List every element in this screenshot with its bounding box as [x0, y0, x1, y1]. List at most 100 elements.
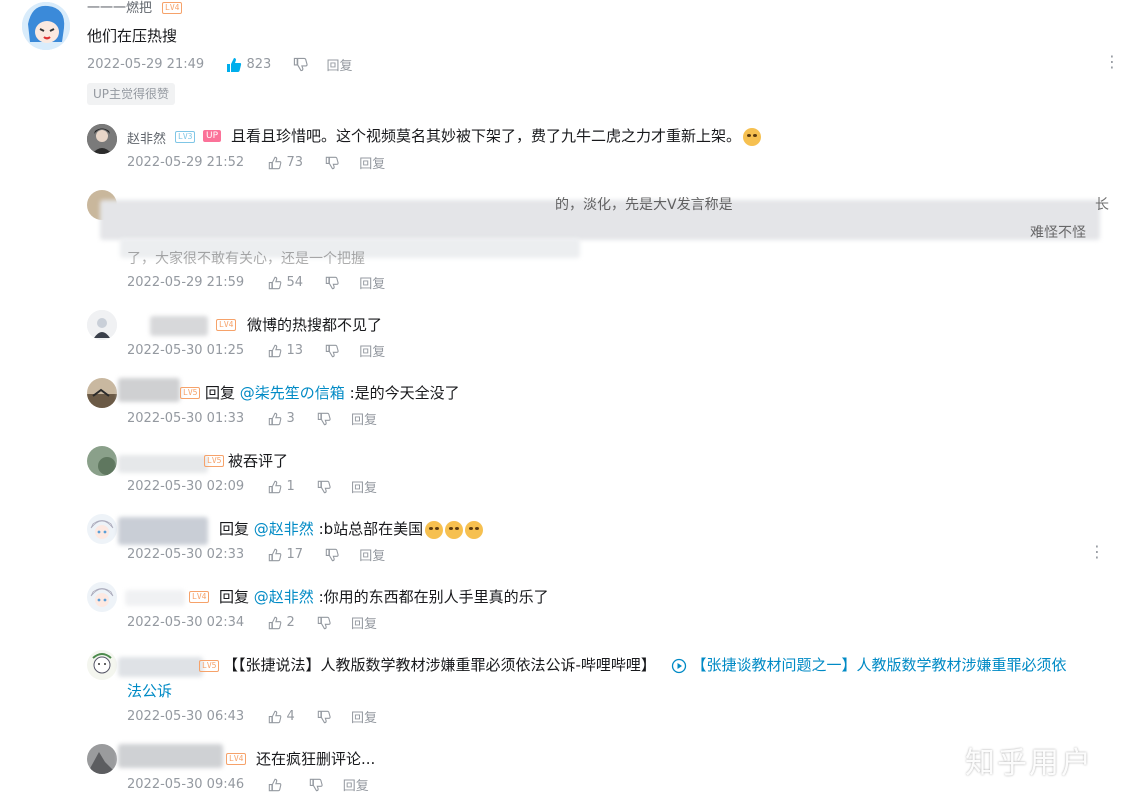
thumbs-down-icon[interactable] — [309, 778, 323, 792]
reply-avatar[interactable] — [87, 310, 117, 340]
reply-username[interactable]: 赵非然 — [127, 128, 166, 147]
like-button[interactable]: 13 — [268, 343, 303, 358]
reply-prefix: 回复 — [219, 520, 250, 538]
reply-meta: 2022-05-30 06:43 4 回复 — [127, 707, 377, 726]
thumbs-down-icon[interactable] — [293, 57, 309, 72]
like-button[interactable] — [268, 777, 286, 792]
reply-prefix: 回复 — [205, 384, 236, 402]
more-vertical-icon[interactable]: ⋮ — [1089, 544, 1105, 560]
blurred-username — [118, 657, 203, 677]
emoji-icon — [743, 127, 762, 146]
like-count: 4 — [286, 709, 295, 724]
reply-meta: 2022-05-30 01:25 13 回复 — [127, 341, 385, 360]
level-badge: LV4 — [226, 753, 247, 765]
level-badge: LV4 — [216, 319, 237, 331]
comment-time: 2022-05-30 01:33 — [127, 411, 245, 426]
like-button[interactable]: 2 — [268, 615, 295, 630]
reply-text: 回复 @柒先笙の信箱 :是的今天全没了 — [205, 382, 460, 403]
comment-time: 2022-05-30 01:25 — [127, 343, 245, 358]
thumbs-down-icon[interactable] — [317, 710, 331, 724]
mention-link[interactable]: @柒先笙の信箱 — [240, 384, 345, 402]
reply-button[interactable]: 回复 — [359, 153, 385, 172]
thumbs-up-icon — [268, 276, 282, 290]
reply-avatar[interactable] — [87, 446, 117, 476]
comment-time: 2022-05-30 09:46 — [127, 777, 245, 792]
thumbs-down-icon[interactable] — [325, 276, 339, 290]
anime-avatar-icon — [22, 2, 70, 50]
like-count: 2 — [286, 615, 295, 630]
reply-avatar[interactable] — [87, 124, 117, 154]
reply-button[interactable]: 回复 — [351, 477, 377, 496]
reply-button[interactable]: 回复 — [327, 55, 353, 74]
reply-meta: 2022-05-30 02:09 1 回复 — [127, 477, 377, 496]
thumbs-up-icon — [268, 344, 282, 358]
doge-emoji-icon — [465, 520, 484, 539]
thumbs-down-icon[interactable] — [325, 548, 339, 562]
thumbs-up-icon — [268, 156, 282, 170]
like-button[interactable]: 823 — [226, 57, 271, 73]
level-badge: LV3 — [175, 131, 196, 143]
like-button[interactable]: 17 — [268, 547, 303, 562]
thumbs-down-icon[interactable] — [325, 156, 339, 170]
reply-text-content: 【【张捷说法】人教版数学教材涉嫌重罪必须依法公诉-哔哩哔哩】 — [223, 656, 656, 674]
reply-button[interactable]: 回复 — [351, 707, 377, 726]
comment-time: 2022-05-30 02:34 — [127, 615, 245, 630]
like-button[interactable]: 3 — [268, 411, 295, 426]
video-play-icon — [671, 658, 687, 674]
thumbs-up-icon — [268, 710, 282, 724]
root-username[interactable]: 一一一燃把 — [87, 0, 152, 16]
reply-button[interactable]: 回复 — [359, 341, 385, 360]
more-vertical-icon[interactable]: ⋮ — [1104, 54, 1120, 70]
mention-link[interactable]: @赵非然 — [254, 520, 314, 538]
level-badge: LV5 — [180, 387, 201, 399]
thumbs-down-icon[interactable] — [325, 344, 339, 358]
comment-time: 2022-05-29 21:59 — [127, 275, 245, 290]
reply-meta: 2022-05-30 01:33 3 回复 — [127, 409, 377, 428]
reply-text-content: 且看且珍惜吧。这个视频莫名其妙被下架了，费了九牛二虎之力才重新上架。 — [231, 127, 742, 145]
comment-time: 2022-05-29 21:52 — [127, 155, 245, 170]
reply-avatar[interactable] — [87, 650, 117, 680]
video-link-continued[interactable]: 法公诉 — [127, 680, 172, 701]
reply-text-fragment: 了，大家很不敢有关心，还是一个把握 — [127, 251, 365, 267]
reply-button[interactable]: 回复 — [359, 545, 385, 564]
like-button[interactable]: 73 — [268, 155, 303, 170]
like-button[interactable]: 4 — [268, 709, 295, 724]
thumbs-down-icon[interactable] — [317, 412, 331, 426]
reply-meta: 2022-05-29 21:59 54 回复 — [127, 273, 385, 292]
like-button[interactable]: 54 — [268, 275, 303, 290]
blurred-username — [118, 455, 208, 473]
up-liked-badge: UP主觉得很赞 — [87, 83, 176, 105]
like-button[interactable]: 1 — [268, 479, 295, 494]
mention-link[interactable]: @赵非然 — [254, 588, 314, 606]
level-badge: LV4 — [189, 591, 210, 603]
reply-avatar[interactable] — [87, 514, 117, 544]
doge-emoji-icon — [425, 520, 444, 539]
thumbs-down-icon[interactable] — [317, 480, 331, 494]
reply-avatar[interactable] — [87, 744, 117, 774]
reply-text-fragment: 难怪不怪 — [1030, 225, 1086, 241]
reply-button[interactable]: 回复 — [351, 613, 377, 632]
up-tag: UP — [203, 130, 222, 142]
video-link[interactable]: 【张捷谈教材问题之一】人教版数学教材涉嫌重罪必须依 — [691, 656, 1066, 674]
reply-avatar[interactable] — [87, 582, 117, 612]
level-badge: LV5 — [204, 455, 225, 467]
reply-text-content: :b站总部在美国 — [318, 520, 424, 538]
root-avatar[interactable] — [22, 2, 70, 50]
reply-button[interactable]: 回复 — [343, 775, 369, 794]
comment-time: 2022-05-30 02:33 — [127, 547, 245, 562]
thumbs-up-icon — [226, 57, 242, 73]
level-badge: LV5 — [199, 660, 220, 672]
reply-meta: 2022-05-30 02:34 2 回复 — [127, 613, 377, 632]
thumbs-up-icon — [268, 412, 282, 426]
like-count: 823 — [246, 57, 272, 72]
reply-text: 【【张捷说法】人教版数学教材涉嫌重罪必须依法公诉-哔哩哔哩】 【张捷谈教材问题之… — [223, 654, 1067, 675]
reply-text: 还在疯狂删评论... — [256, 750, 376, 768]
thumbs-down-icon[interactable] — [317, 616, 331, 630]
reply-button[interactable]: 回复 — [359, 273, 385, 292]
comment-time: 2022-05-29 21:49 — [87, 57, 205, 72]
reply-avatar[interactable] — [87, 378, 117, 408]
thumbs-up-icon — [268, 616, 282, 630]
reply-button[interactable]: 回复 — [351, 409, 377, 428]
like-count: 1 — [286, 479, 295, 494]
blurred-username — [118, 517, 208, 545]
